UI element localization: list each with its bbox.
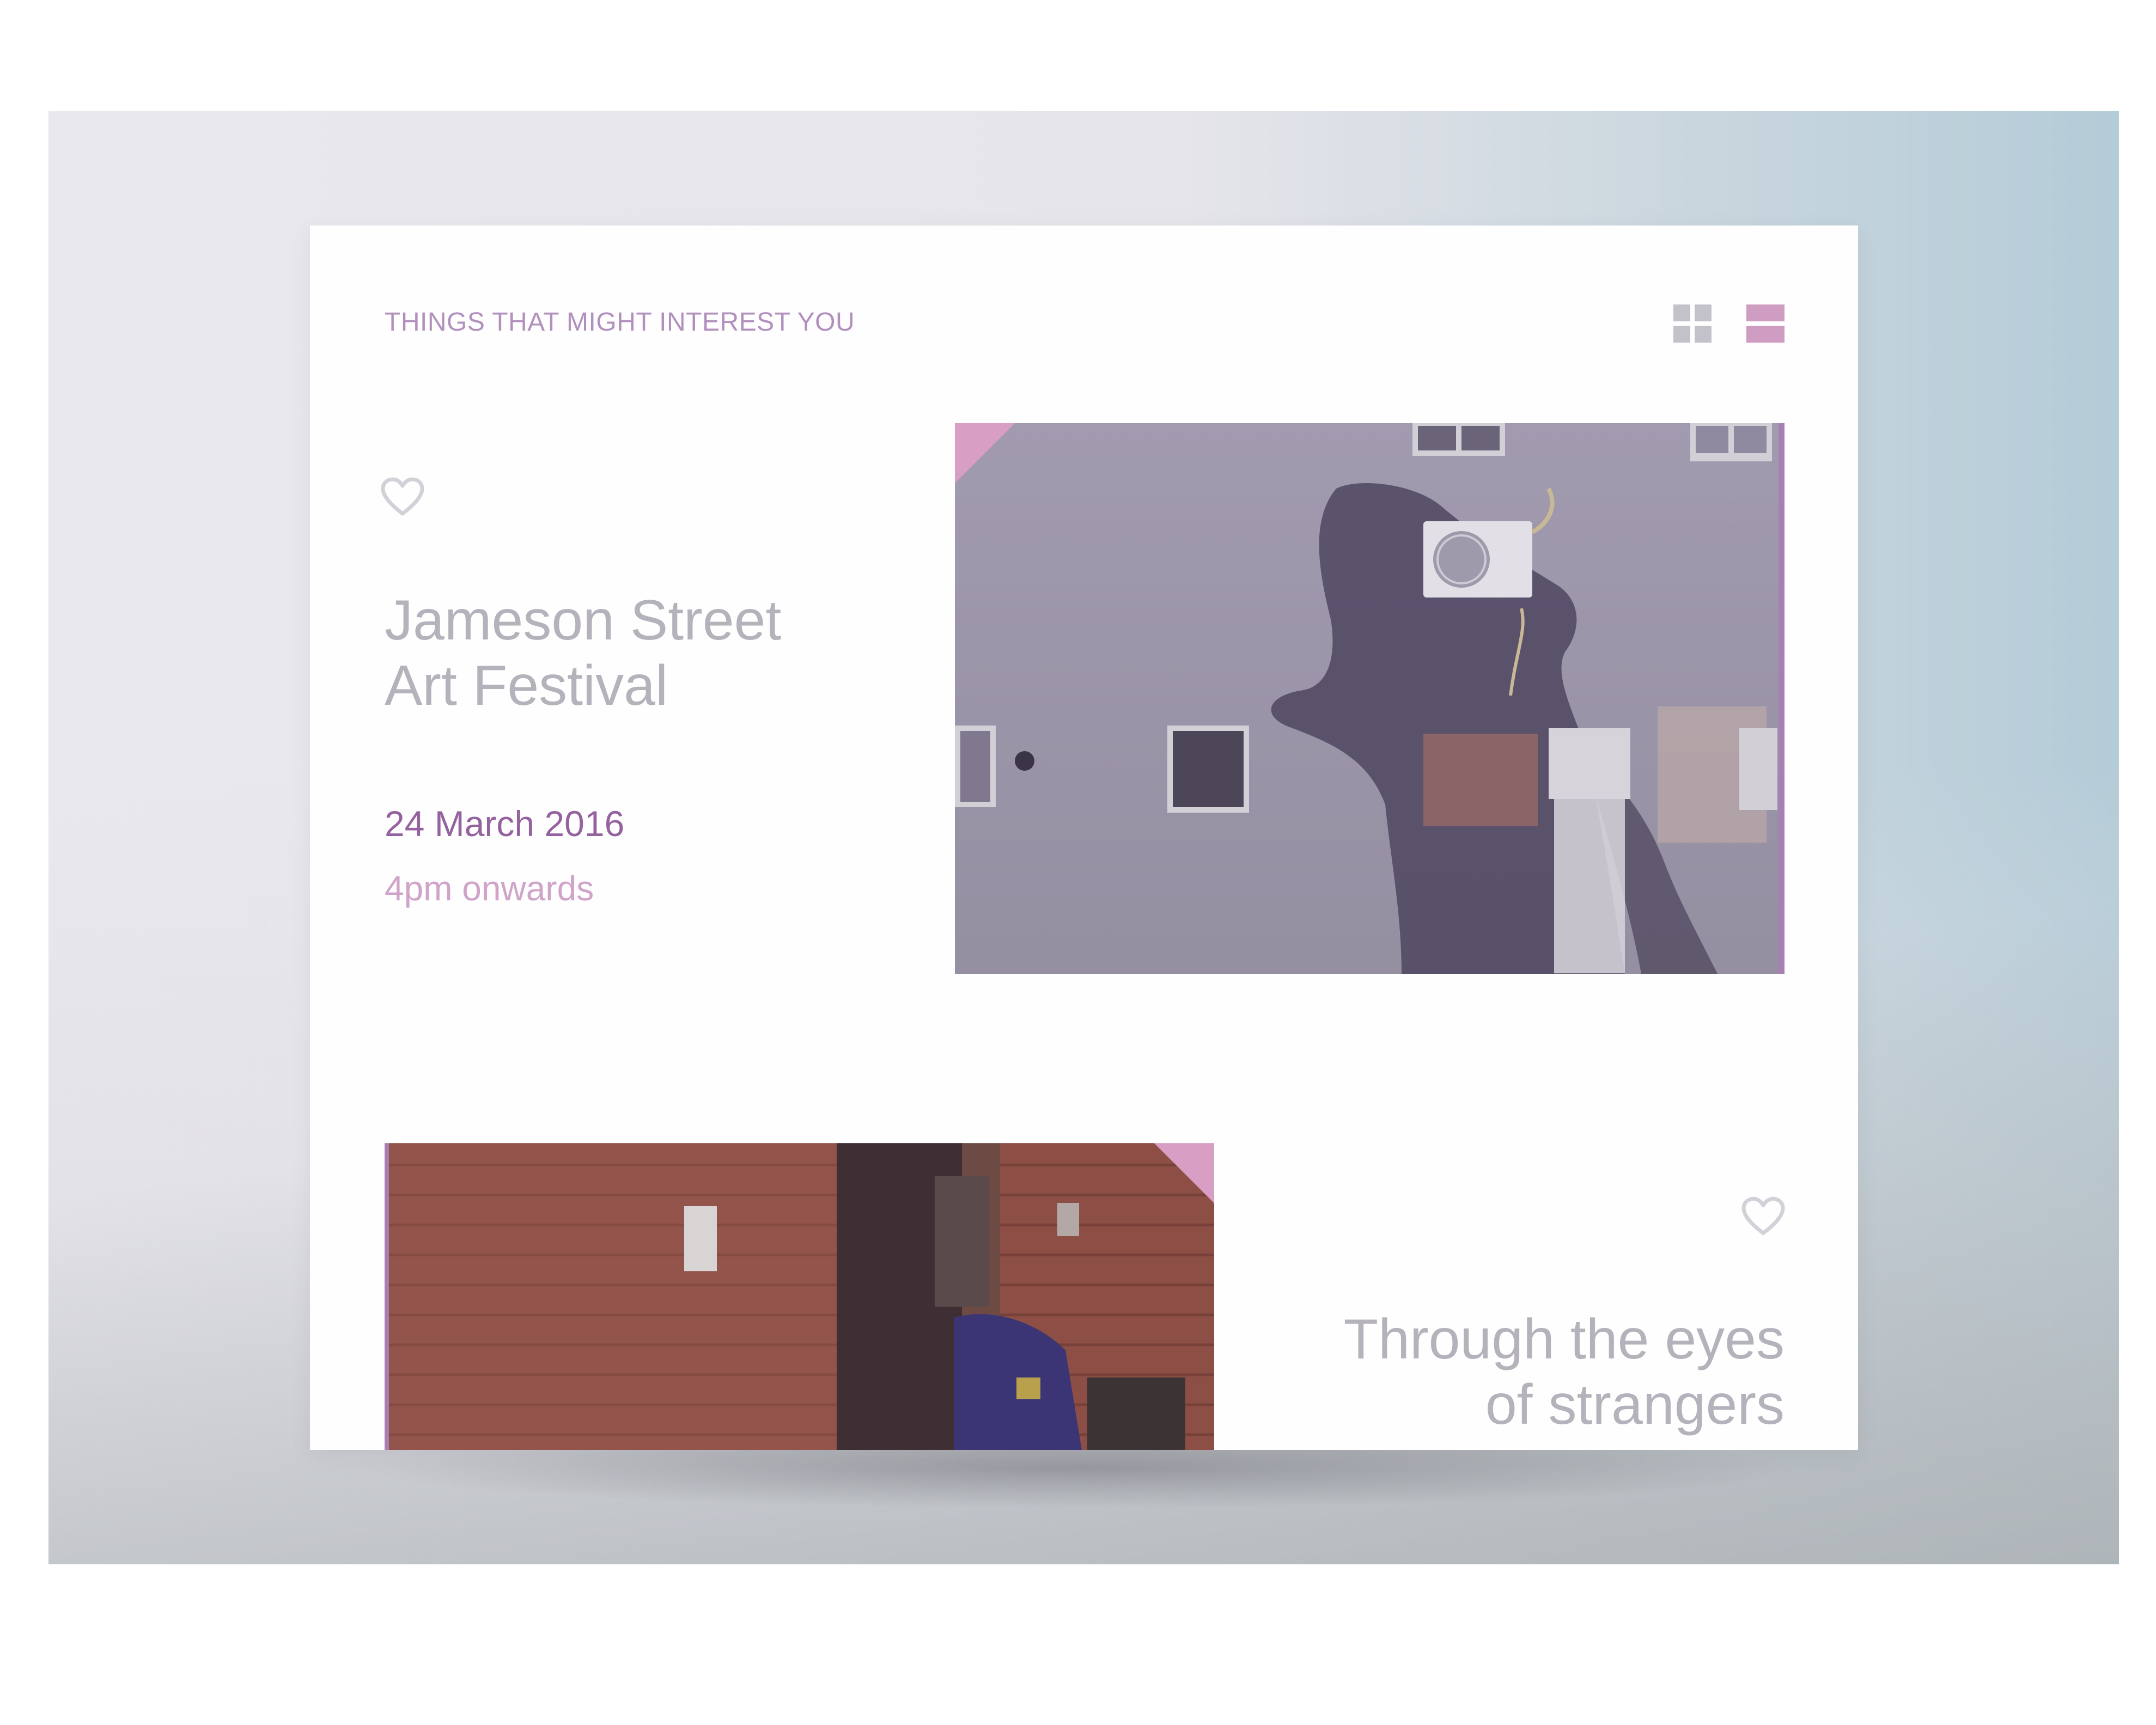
event-title: Jameson Street Art Festival (385, 589, 782, 717)
event-image[interactable] (955, 423, 1785, 974)
brick-alley-image (385, 1143, 1214, 1450)
building-wall-image (955, 423, 1785, 974)
list-view-icon (1746, 304, 1785, 343)
favorite-button[interactable] (380, 477, 425, 517)
grid-view-button[interactable] (1673, 304, 1712, 343)
event-time: 4pm onwards (385, 869, 594, 908)
events-card: THINGS THAT MIGHT INTEREST YOU Jameson S… (310, 225, 1858, 1450)
event-image[interactable] (385, 1143, 1214, 1450)
heart-icon (1741, 1197, 1785, 1235)
event-title: Through the eyes of strangers (1343, 1308, 1785, 1436)
heart-icon (381, 477, 424, 516)
favorite-button[interactable] (1741, 1196, 1786, 1236)
event-date: 24 March 2016 (385, 803, 625, 844)
grid-view-icon (1673, 304, 1712, 343)
list-view-button[interactable] (1746, 304, 1785, 343)
section-title: THINGS THAT MIGHT INTEREST YOU (385, 308, 855, 337)
